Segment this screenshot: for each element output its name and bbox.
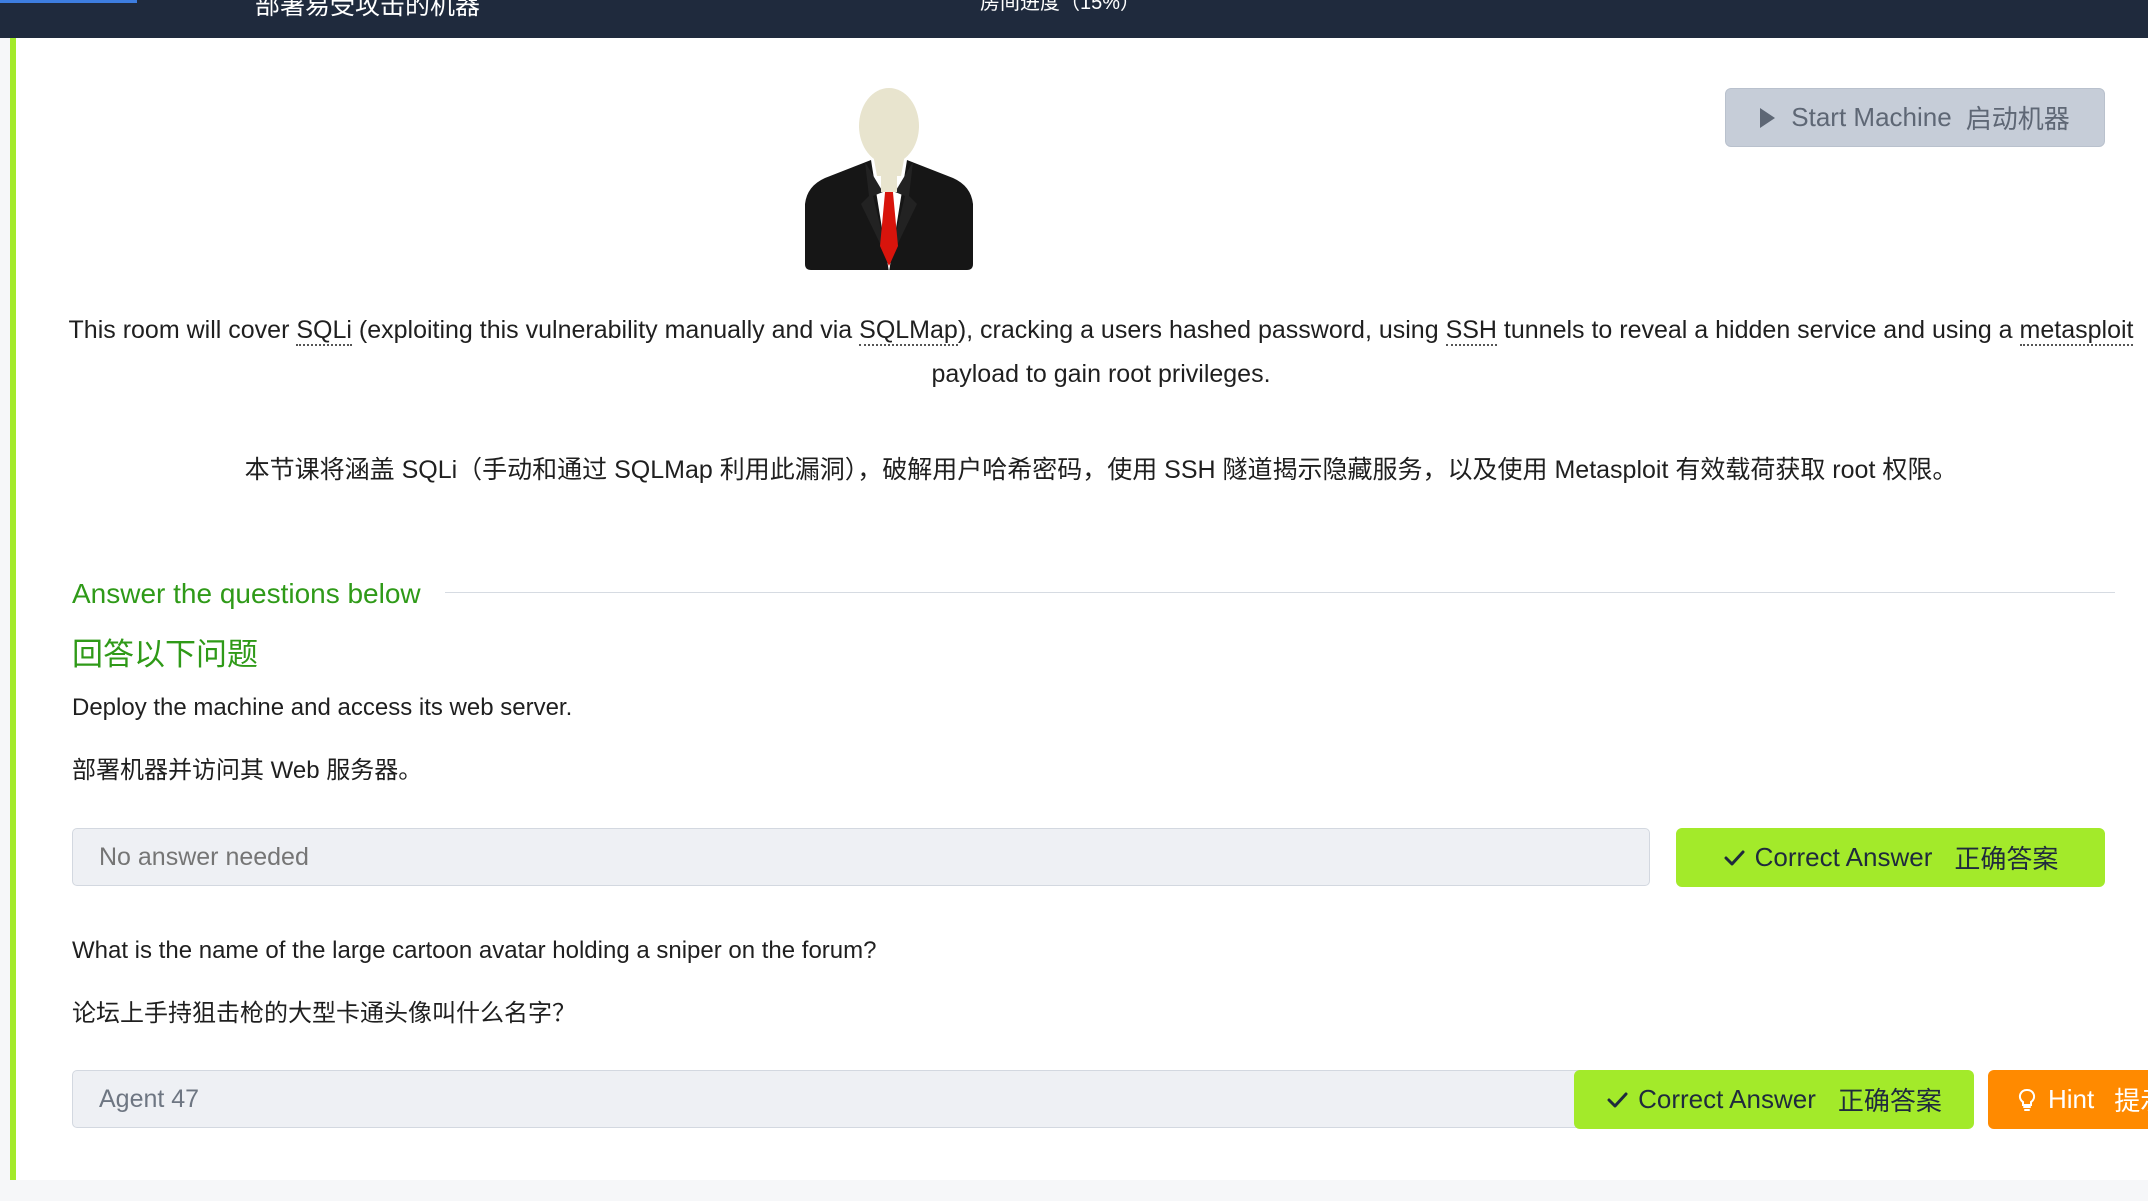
room-progress-label: 房间进度（15%）	[980, 0, 1141, 14]
abbr-sqli[interactable]: SQLi	[296, 316, 352, 346]
description-text: tunnels to reveal a hidden service and u…	[1496, 316, 2020, 344]
question-1-correct-answer-button[interactable]: Correct Answer 正确答案	[1676, 828, 2105, 887]
question-2-answer-input[interactable]	[72, 1070, 1602, 1128]
section-title-zh: 回答以下问题	[72, 637, 258, 672]
correct-answer-label-en: Correct Answer	[1754, 842, 1933, 872]
description-text: payload to gain root privileges.	[931, 360, 1271, 388]
abbr-metasploit[interactable]: metasploit	[2019, 316, 2134, 346]
section-divider	[445, 592, 2115, 593]
lightbulb-icon	[2018, 1088, 2036, 1111]
section-title-en: Answer the questions below	[72, 578, 421, 609]
description-text: (exploiting this vulnerability manually …	[351, 316, 860, 344]
hint-label-en: Hint	[2048, 1084, 2095, 1114]
check-icon	[1607, 1092, 1628, 1107]
question-1-text-en: Deploy the machine and access its web se…	[72, 694, 573, 721]
description-text: This room will cover	[68, 316, 297, 344]
abbr-sqlmap[interactable]: SQLMap	[859, 316, 958, 346]
question-2-correct-answer-button[interactable]: Correct Answer 正确答案	[1574, 1070, 1974, 1129]
hitman-avatar	[805, 88, 973, 272]
correct-answer-label-en: Correct Answer	[1638, 1084, 1816, 1114]
correct-answer-label-zh: 正确答案	[1837, 1086, 1942, 1116]
question-2-hint-button[interactable]: Hint 提示	[1988, 1070, 2148, 1129]
start-machine-label-en: Start Machine	[1791, 102, 1952, 132]
top-bar: 部署易受攻击的机器 房间进度（15%）	[0, 0, 2148, 38]
start-machine-button[interactable]: Start Machine 启动机器	[1725, 88, 2105, 147]
progress-accent-bar	[0, 0, 137, 3]
question-2-text-en: What is the name of the large cartoon av…	[72, 937, 877, 964]
description-text: ), cracking a users hashed password, usi…	[957, 316, 1446, 344]
question-1-text-zh: 部署机器并访问其 Web 服务器。	[72, 757, 423, 784]
correct-answer-label-zh: 正确答案	[1954, 844, 2059, 874]
room-description-zh: 本节课将涵盖 SQLi（手动和通过 SQLMap 利用此漏洞），破解用户哈希密码…	[244, 456, 1958, 484]
room-description-en: This room will cover SQLi (exploiting th…	[56, 308, 2146, 396]
question-2-text-zh: 论坛上手持狙击枪的大型卡通头像叫什么名字？	[72, 1000, 576, 1027]
task-title[interactable]: 部署易受攻击的机器	[255, 0, 480, 22]
abbr-ssh[interactable]: SSH	[1445, 316, 1497, 346]
task-card: Start Machine 启动机器 This room will cover …	[10, 38, 2148, 1180]
hint-label-zh: 提示	[2114, 1086, 2148, 1116]
play-icon	[1760, 107, 1776, 128]
question-1-answer-input[interactable]	[72, 828, 1650, 886]
start-machine-label-zh: 启动机器	[1965, 104, 2070, 134]
check-icon	[1724, 850, 1745, 865]
